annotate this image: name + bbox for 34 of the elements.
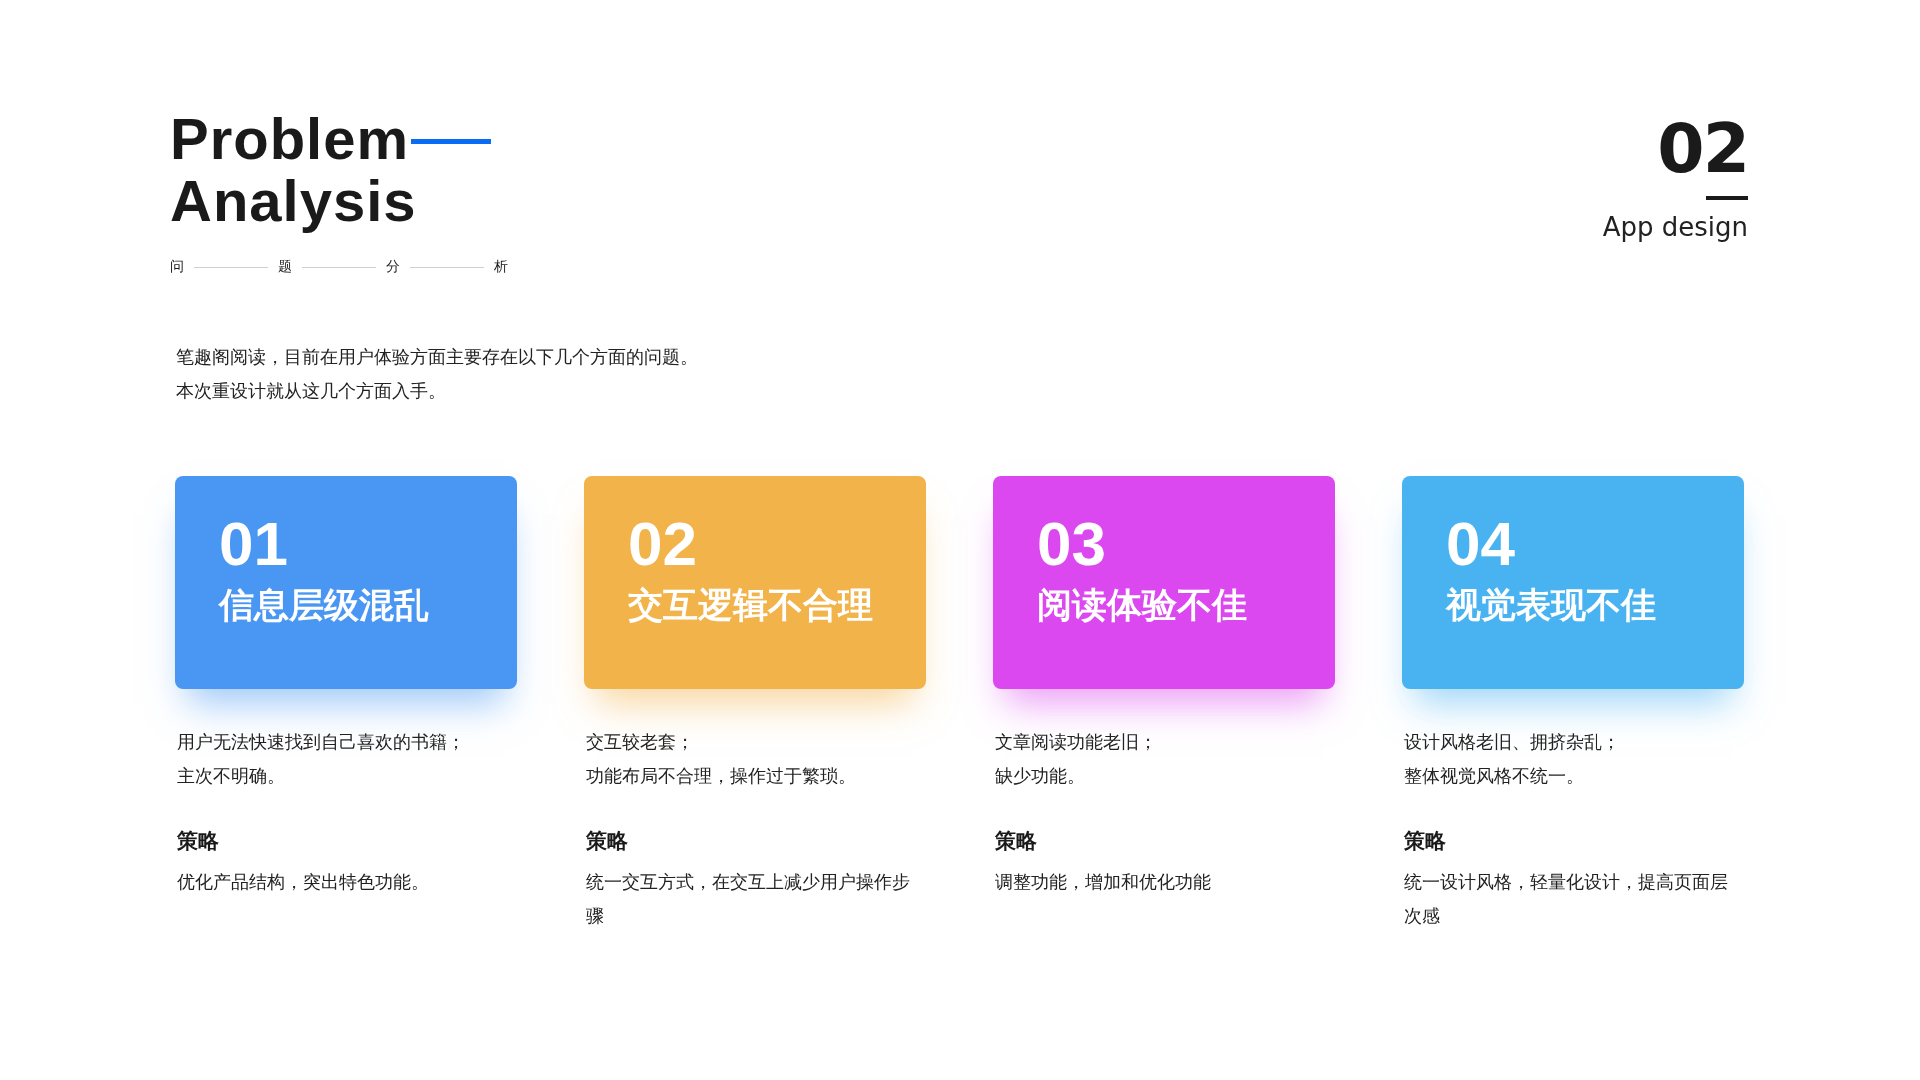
card-number: 03 — [1037, 512, 1107, 576]
page-title: Analysis — [170, 170, 417, 232]
strategy-text: 统一设计风格，轻量化设计，提高页面层次感 — [1403, 870, 1729, 928]
card-title: 信息层级混乱 — [219, 584, 430, 627]
card-title: 交互逻辑不合理 — [628, 584, 874, 627]
problem-text: 用户无法快速找到自己喜欢的书籍； — [177, 730, 466, 754]
card-number: 01 — [219, 512, 289, 576]
subtitle-char: 题 — [278, 258, 292, 276]
strategy-heading: 策略 — [176, 828, 220, 855]
strategy-heading: 策略 — [585, 828, 629, 855]
strategy-heading: 策略 — [994, 828, 1038, 855]
intro-text: 本次重设计就从这几个方面入手。 — [176, 379, 447, 403]
card-title: 视觉表现不佳 — [1446, 584, 1657, 627]
subtitle-char: 分 — [386, 258, 400, 276]
card-number: 02 — [628, 512, 698, 576]
problem-text: 缺少功能。 — [995, 764, 1086, 788]
subtitle-char: 问 — [170, 258, 184, 276]
problem-text: 交互较老套； — [586, 730, 695, 754]
problem-text: 文章阅读功能老旧； — [995, 730, 1158, 754]
problem-text: 整体视觉风格不统一。 — [1404, 764, 1585, 788]
subtitle-char: 析 — [494, 258, 508, 276]
intro-text: 笔趣阁阅读，目前在用户体验方面主要存在以下几个方面的问题。 — [176, 345, 699, 369]
strategy-text: 调整功能，增加和优化功能 — [994, 870, 1212, 894]
section-label: App design — [1602, 212, 1748, 242]
problem-text: 主次不明确。 — [177, 764, 286, 788]
section-number: 02 — [1657, 112, 1748, 186]
strategy-text: 优化产品结构，突出特色功能。 — [176, 870, 430, 894]
problem-text: 设计风格老旧、拥挤杂乱； — [1404, 730, 1621, 754]
strategy-text: 统一交互方式，在交互上减少用户操作步骤 — [585, 870, 911, 928]
card-number: 04 — [1446, 512, 1516, 576]
strategy-heading: 策略 — [1403, 828, 1447, 855]
problem-text: 功能布局不合理，操作过于繁琐。 — [586, 764, 857, 788]
card-title: 阅读体验不佳 — [1037, 584, 1248, 627]
page-title: Problem — [170, 108, 410, 170]
